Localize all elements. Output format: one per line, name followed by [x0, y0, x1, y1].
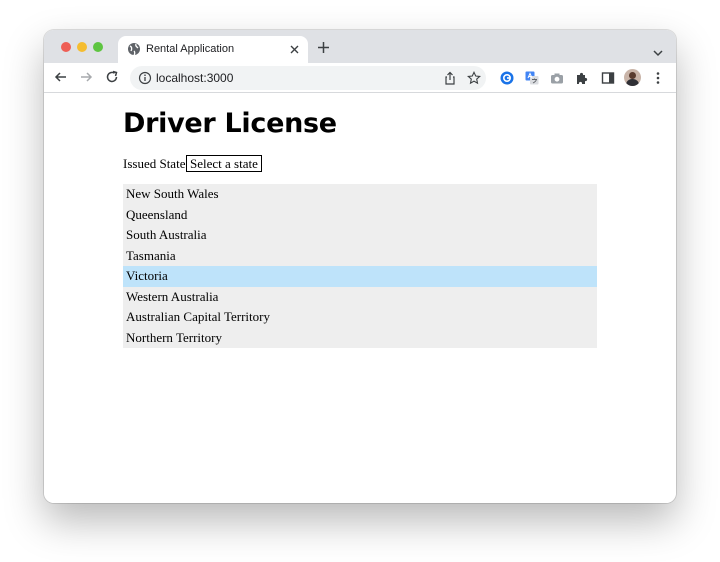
- browser-window: Rental Application localhost:3000 Driver…: [44, 30, 676, 503]
- page-title: Driver License: [123, 108, 337, 139]
- close-window-button[interactable]: [61, 42, 71, 52]
- profile-avatar[interactable]: [624, 69, 641, 86]
- forward-arrow-icon[interactable]: [79, 70, 93, 84]
- state-option[interactable]: New South Wales: [123, 184, 597, 205]
- chevron-down-icon[interactable]: [652, 44, 664, 57]
- google-extension-icon[interactable]: [500, 71, 514, 85]
- close-tab-icon[interactable]: [288, 43, 301, 56]
- tab-title: Rental Application: [146, 43, 235, 55]
- translate-extension-icon[interactable]: [525, 71, 539, 85]
- star-icon[interactable]: [467, 70, 481, 85]
- state-option[interactable]: Australian Capital Territory: [123, 307, 597, 328]
- address-bar[interactable]: localhost:3000: [130, 66, 486, 90]
- state-select[interactable]: Select a state: [186, 155, 262, 172]
- back-arrow-icon[interactable]: [54, 70, 68, 84]
- url-text[interactable]: localhost:3000: [156, 71, 233, 85]
- browser-toolbar: localhost:3000: [44, 63, 676, 93]
- globe-icon: [127, 42, 141, 56]
- state-option[interactable]: Tasmania: [123, 246, 597, 267]
- page-content: Driver License Issued State: Select a st…: [44, 93, 676, 503]
- maximize-window-button[interactable]: [93, 42, 103, 52]
- state-option[interactable]: Northern Territory: [123, 328, 597, 349]
- info-icon[interactable]: [138, 71, 152, 85]
- camera-extension-icon[interactable]: [550, 71, 564, 85]
- kebab-menu-icon[interactable]: [654, 71, 662, 85]
- minimize-window-button[interactable]: [77, 42, 87, 52]
- state-option[interactable]: Victoria: [123, 266, 597, 287]
- issued-state-label: Issued State:: [123, 156, 190, 171]
- avatar-body: [626, 79, 639, 86]
- new-tab-icon[interactable]: [317, 41, 330, 54]
- side-panel-icon[interactable]: [601, 71, 615, 85]
- avatar-head: [629, 72, 636, 79]
- state-options-list: New South Wales Queensland South Austral…: [123, 184, 597, 348]
- tab-strip: Rental Application: [44, 30, 676, 63]
- state-option[interactable]: Queensland: [123, 205, 597, 226]
- state-option[interactable]: Western Australia: [123, 287, 597, 308]
- tab-rental-application[interactable]: Rental Application: [118, 36, 308, 63]
- share-icon[interactable]: [443, 71, 457, 85]
- state-option[interactable]: South Australia: [123, 225, 597, 246]
- reload-icon[interactable]: [105, 70, 119, 84]
- puzzle-extensions-icon[interactable]: [575, 71, 589, 85]
